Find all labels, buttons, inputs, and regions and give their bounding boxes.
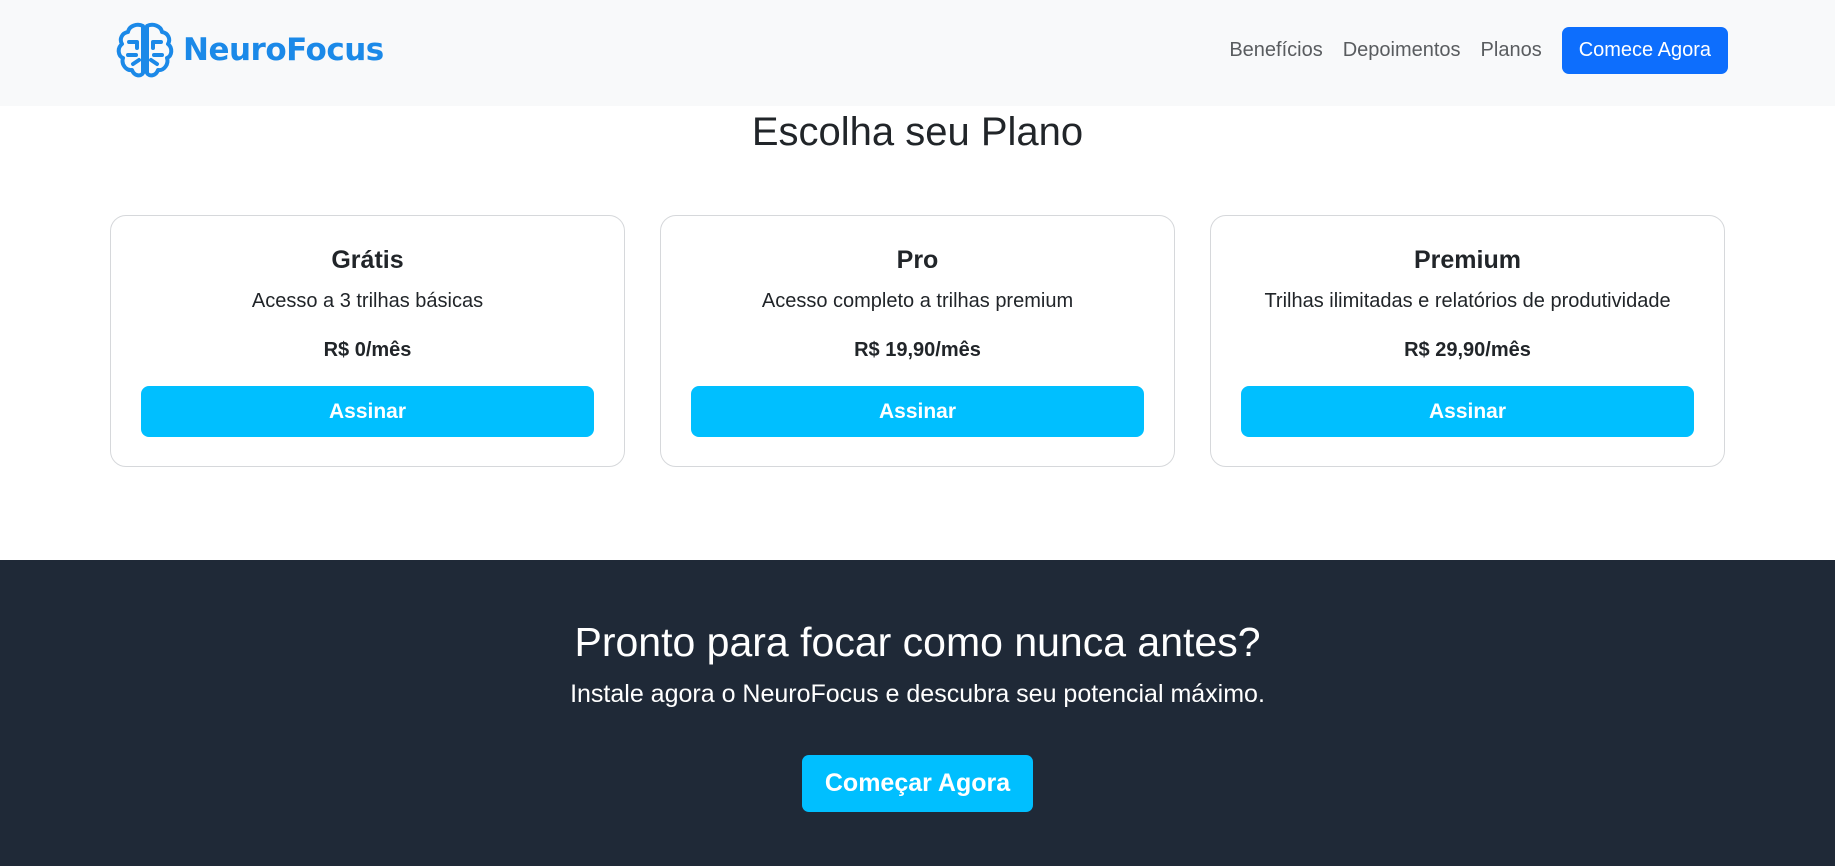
plan-description: Trilhas ilimitadas e relatórios de produ… <box>1264 290 1671 312</box>
assinar-gratis-button[interactable]: Assinar <box>141 386 594 437</box>
plan-name: Grátis <box>331 246 404 274</box>
plan-description: Acesso completo a trilhas premium <box>761 290 1074 312</box>
navbar: NeuroFocus Benefícios Depoimentos Planos… <box>0 0 1835 106</box>
plan-card-gratis: Grátis Acesso a 3 trilhas básicas R$ 0/m… <box>110 215 625 467</box>
cta-section: Pronto para focar como nunca antes? Inst… <box>0 560 1835 866</box>
nav-link-depoimentos[interactable]: Depoimentos <box>1343 39 1461 62</box>
nav-link-beneficios[interactable]: Benefícios <box>1229 39 1322 62</box>
assinar-pro-button[interactable]: Assinar <box>691 386 1144 437</box>
brain-icon <box>116 22 174 78</box>
plan-card-pro: Pro Acesso completo a trilhas premium R$… <box>660 215 1175 467</box>
comece-agora-button[interactable]: Comece Agora <box>1561 27 1728 74</box>
plan-description: Acesso a 3 trilhas básicas <box>251 290 484 312</box>
plan-price: R$ 19,90/mês <box>854 339 981 361</box>
plan-card-premium: Premium Trilhas ilimitadas e relatórios … <box>1210 215 1725 467</box>
cta-title: Pronto para focar como nunca antes? <box>574 619 1261 665</box>
plans-title: Escolha seu Plano <box>751 110 1084 154</box>
brand-name: NeuroFocus <box>183 32 384 68</box>
cta-subtitle: Instale agora o NeuroFocus e descubra se… <box>570 680 1265 708</box>
plan-name: Pro <box>896 246 939 274</box>
plan-price: R$ 29,90/mês <box>1404 339 1531 361</box>
comecar-agora-button[interactable]: Começar Agora <box>802 755 1033 812</box>
plan-price: R$ 0/mês <box>323 339 412 361</box>
nav-links: Benefícios Depoimentos Planos Comece Ago… <box>1229 27 1728 74</box>
assinar-premium-button[interactable]: Assinar <box>1241 386 1694 437</box>
brand-logo[interactable]: NeuroFocus <box>115 20 384 80</box>
nav-link-planos[interactable]: Planos <box>1481 39 1542 62</box>
plan-name: Premium <box>1414 246 1521 274</box>
